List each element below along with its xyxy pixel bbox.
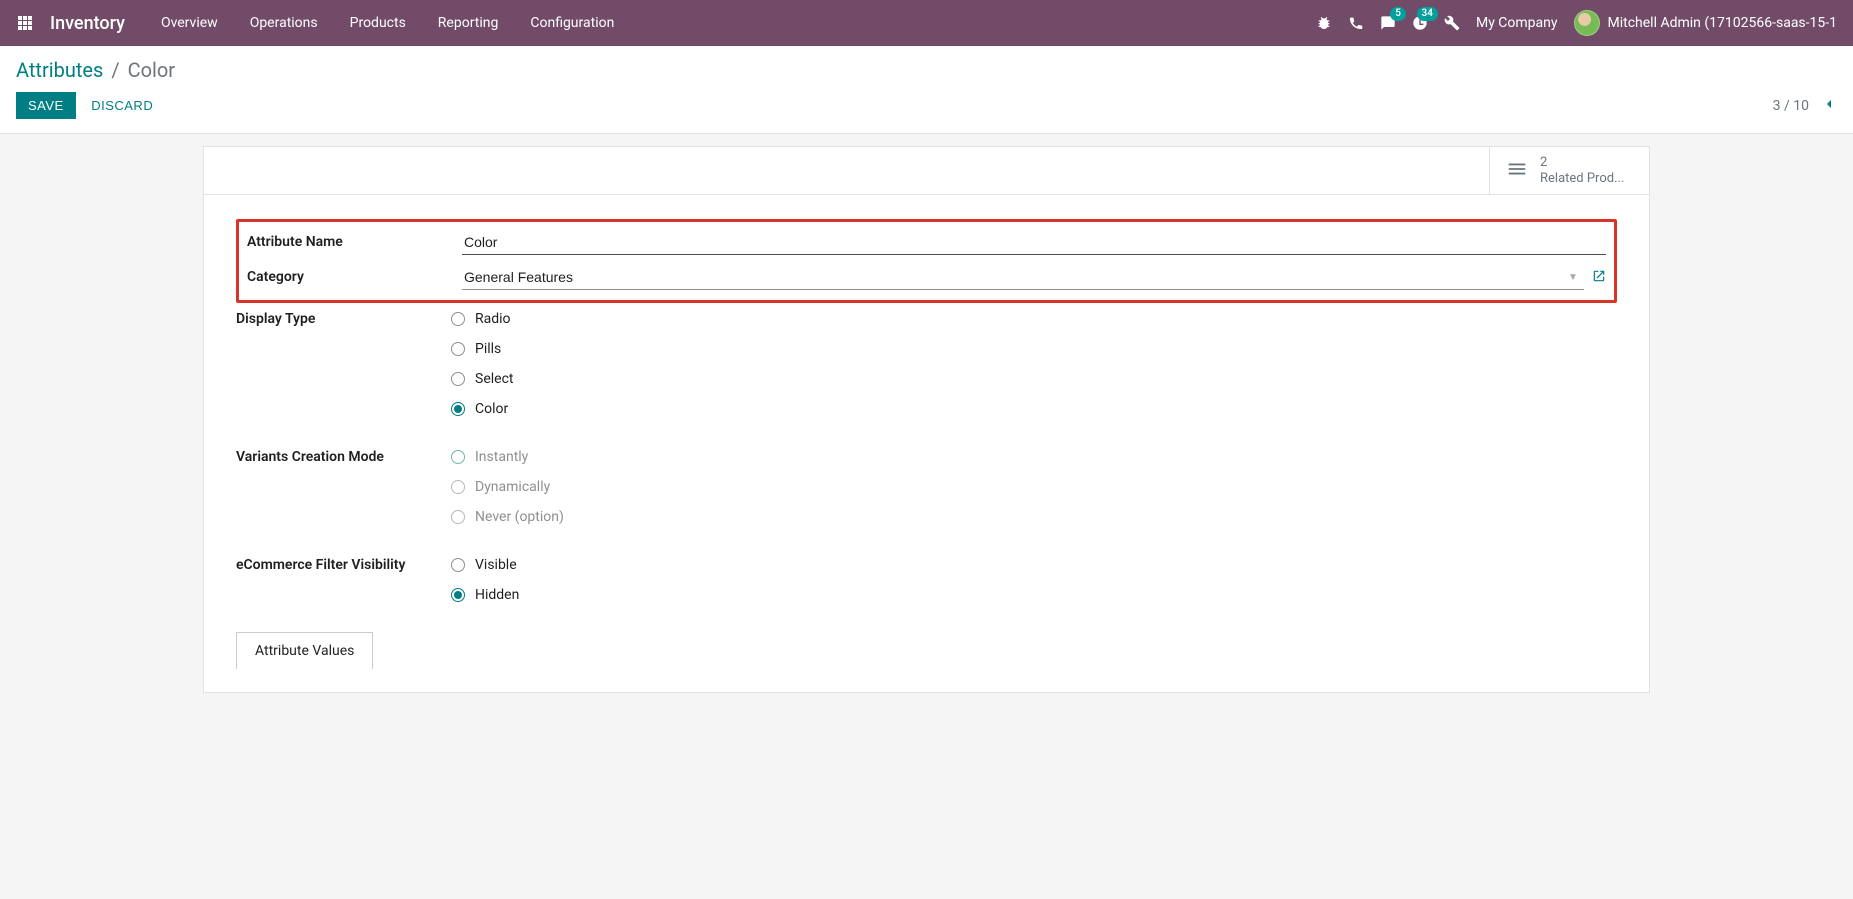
display-type-label: Display Type [236, 309, 451, 327]
messages-badge: 5 [1390, 7, 1406, 21]
brand[interactable]: Inventory [50, 13, 125, 34]
display-type-pills[interactable]: Pills [451, 341, 1617, 357]
attr-name-input[interactable] [462, 230, 1606, 255]
bars-icon [1506, 158, 1528, 184]
user-name: Mitchell Admin (17102566-saas-15-1 [1608, 15, 1838, 31]
display-type-radio[interactable]: Radio [451, 311, 1617, 327]
avatar [1574, 10, 1600, 36]
variants-mode-group: Instantly Dynamically Never (option) [451, 447, 1617, 525]
ecom-hidden[interactable]: Hidden [451, 587, 1617, 603]
discard-button[interactable]: Discard [79, 92, 165, 119]
activities-badge: 34 [1417, 7, 1438, 21]
attr-name-label: Attribute Name [247, 230, 462, 250]
nav-reporting[interactable]: Reporting [426, 5, 511, 41]
ecom-visibility-label: eCommerce Filter Visibility [236, 555, 451, 573]
breadcrumb-parent[interactable]: Attributes [16, 58, 103, 82]
variants-instantly: Instantly [451, 449, 1617, 465]
ecom-visibility-group: Visible Hidden [451, 555, 1617, 603]
control-panel: Attributes / Color Save Discard 3 / 10 [0, 46, 1853, 134]
tabs: Attribute Values [236, 631, 1617, 668]
debug-icon[interactable] [1316, 15, 1332, 31]
phone-icon[interactable] [1348, 15, 1364, 31]
nav-overview[interactable]: Overview [149, 5, 230, 41]
highlight-box: Attribute Name Category ▼ [236, 219, 1617, 303]
form-body: Attribute Name Category ▼ [204, 195, 1649, 692]
save-button[interactable]: Save [16, 92, 76, 119]
external-link-icon[interactable] [1592, 269, 1606, 287]
breadcrumb-current: Color [128, 58, 175, 82]
category-input[interactable] [462, 265, 1584, 290]
pager: 3 / 10 [1773, 96, 1837, 116]
variants-dynamically: Dynamically [451, 479, 1617, 495]
nav-menu: Overview Operations Products Reporting C… [149, 5, 1316, 41]
display-type-group: Radio Pills Select Color [451, 309, 1617, 417]
display-type-color[interactable]: Color [451, 401, 1617, 417]
topnav: Inventory Overview Operations Products R… [0, 0, 1853, 46]
company-selector[interactable]: My Company [1476, 15, 1558, 31]
related-products-button[interactable]: 2 Related Prod... [1489, 147, 1649, 194]
pager-text: 3 / 10 [1773, 98, 1809, 114]
breadcrumb-sep: / [111, 58, 119, 82]
tab-attribute-values[interactable]: Attribute Values [236, 632, 373, 669]
nav-products[interactable]: Products [338, 5, 418, 41]
ecom-visible[interactable]: Visible [451, 557, 1617, 573]
button-box: 2 Related Prod... [204, 147, 1649, 195]
category-label: Category [247, 265, 462, 285]
stat-count: 2 [1540, 155, 1624, 171]
tools-icon[interactable] [1444, 15, 1460, 31]
variants-mode-label: Variants Creation Mode [236, 447, 451, 465]
activities-icon[interactable]: 34 [1412, 15, 1428, 31]
apps-icon[interactable] [16, 14, 34, 32]
form-sheet: 2 Related Prod... Attribute Name Categor… [203, 146, 1650, 693]
display-type-select[interactable]: Select [451, 371, 1617, 387]
nav-configuration[interactable]: Configuration [518, 5, 626, 41]
nav-right: 5 34 My Company Mitchell Admin (17102566… [1316, 10, 1837, 36]
cp-buttons: Save Discard [16, 92, 165, 119]
messages-icon[interactable]: 5 [1380, 15, 1396, 31]
breadcrumb: Attributes / Color [16, 58, 1837, 82]
stat-label: Related Prod... [1540, 171, 1624, 187]
nav-operations[interactable]: Operations [238, 5, 330, 41]
variants-never: Never (option) [451, 509, 1617, 525]
user-menu[interactable]: Mitchell Admin (17102566-saas-15-1 [1574, 10, 1838, 36]
pager-prev[interactable] [1821, 96, 1837, 116]
